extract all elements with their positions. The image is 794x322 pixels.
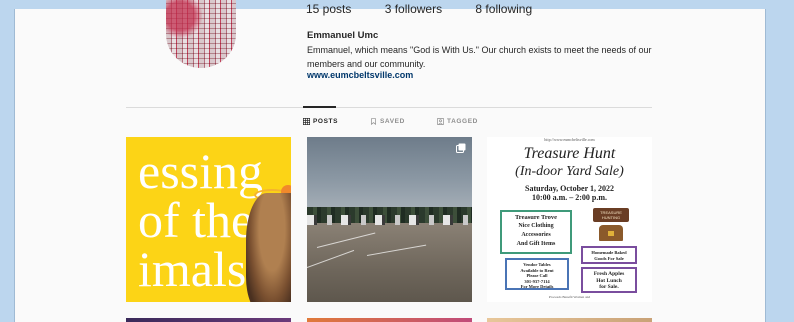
tabs-divider: [126, 107, 652, 108]
cars-image: [307, 215, 472, 225]
flyer-box-line: for Sale.: [599, 284, 619, 290]
flyer-box-baked-goods: Homemade Baked Goods For Sale: [581, 246, 637, 264]
tab-tagged[interactable]: TAGGED: [437, 118, 478, 125]
posts-count: 15 posts: [306, 2, 352, 16]
multiple-images-icon: [456, 143, 466, 153]
flyer-box-line: Nice Clothing: [518, 223, 554, 229]
profile-tabs: POSTS SAVED TAGGED: [0, 118, 794, 130]
profile-website-link[interactable]: www.eumcbeltsville.com: [307, 70, 413, 80]
post-tile-treasure-hunt-flyer[interactable]: http://www.eumcbeltsville.com Treasure H…: [487, 137, 652, 302]
flyer-box-line: Goods For Sale: [594, 255, 624, 261]
profile-bio: Emmanuel, which means "God is With Us." …: [307, 45, 652, 69]
following-count[interactable]: 8 following: [475, 2, 532, 16]
parking-lot-image: [307, 223, 472, 302]
profile-stats: 15 posts 3 followers 8 following: [306, 2, 562, 16]
sign-line: HUNTING: [601, 215, 621, 220]
flyer-url: http://www.eumcbeltsville.com: [544, 137, 595, 142]
post-tile[interactable]: [126, 318, 291, 322]
post-tile[interactable]: [307, 318, 472, 322]
flyer-subtitle: (In-door Yard Sale): [515, 164, 624, 179]
tab-tagged-label: TAGGED: [447, 118, 478, 125]
followers-count[interactable]: 3 followers: [385, 2, 442, 16]
post-tile-parking-lot[interactable]: [307, 137, 472, 302]
flyer-time-text: 10:00 a.m. – 2:00 p.m.: [531, 193, 608, 202]
flyer-box-title: Treasure Trove: [514, 214, 558, 221]
flyer-footer: Proceeds Benefit Women and: [548, 295, 591, 299]
flyer-box-treasure-trove: Treasure Trove Nice Clothing Accessories…: [500, 210, 572, 254]
post-tile[interactable]: [487, 318, 652, 322]
active-tab-indicator: [303, 106, 336, 108]
tag-icon: [437, 118, 444, 125]
post-text-line: essing: [138, 143, 263, 199]
tab-posts-label: POSTS: [313, 118, 339, 125]
post-text-line: imals: [138, 241, 247, 297]
treasure-chest-icon: [599, 225, 623, 241]
bookmark-icon: [371, 118, 376, 125]
flyer-box-line: For More Details: [520, 284, 554, 289]
post-tile-blessing-of-animals[interactable]: essing of the imals: [126, 137, 291, 302]
post-text-line: of the: [138, 192, 254, 248]
treasure-hunting-sign: TREASURE HUNTING: [593, 208, 629, 222]
flyer-box-apples-lunch: Fresh Apples Hot Lunch for Sale.: [581, 267, 637, 293]
grid-icon: [303, 118, 310, 125]
flyer-title: Treasure Hunt: [523, 145, 616, 162]
flyer-box-line: And Gift Items: [516, 241, 556, 247]
tab-saved-label: SAVED: [380, 118, 405, 125]
flyer-date: Saturday, October 1, 2022 10:00 a.m. – 2…: [487, 184, 652, 202]
flyer-box-line: Accessories: [521, 232, 551, 238]
tab-posts[interactable]: POSTS: [303, 118, 338, 125]
avatar[interactable]: [166, 0, 236, 68]
cat-image: [246, 193, 291, 302]
flyer-box-vendor-tables: Vendor Tables Available to Rent Please C…: [505, 258, 569, 290]
tab-saved[interactable]: SAVED: [370, 118, 405, 125]
flyer: http://www.eumcbeltsville.com Treasure H…: [487, 137, 652, 302]
profile-name: Emmanuel Umc: [307, 30, 379, 41]
flyer-date-text: Saturday, October 1, 2022: [525, 184, 614, 193]
